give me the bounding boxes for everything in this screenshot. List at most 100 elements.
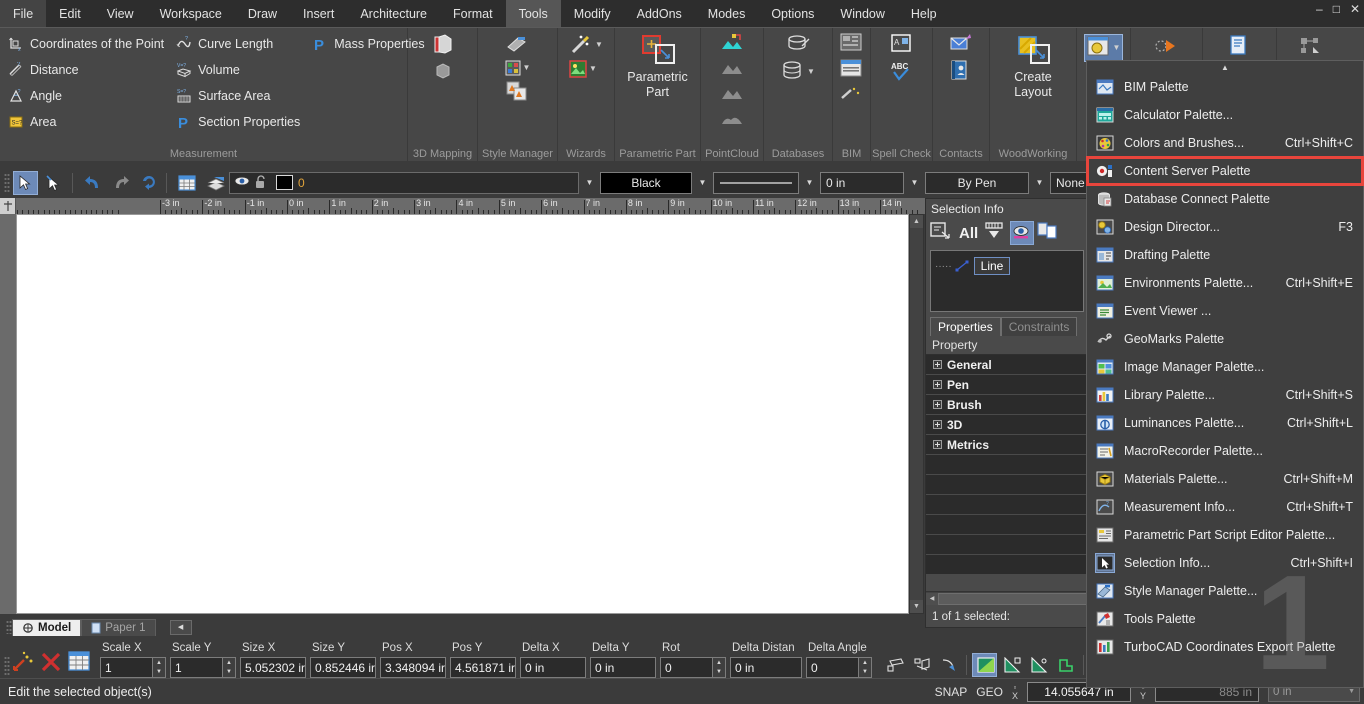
hscroll-thumb[interactable] <box>938 592 1088 605</box>
chevron-down-icon[interactable]: ▼ <box>595 41 603 49</box>
field-input-delta-x[interactable]: 0 in <box>520 657 586 678</box>
spinner-up-arrow[interactable]: ▲ <box>153 658 165 668</box>
palette-menu-item-calculator-palette[interactable]: Calculator Palette... <box>1087 101 1363 129</box>
style-manager-icon[interactable] <box>505 33 529 57</box>
spinner-up-arrow[interactable]: ▲ <box>223 658 235 668</box>
3d-map-book-icon[interactable] <box>431 33 455 57</box>
menu-insert[interactable]: Insert <box>290 0 347 27</box>
close-button[interactable]: ✕ <box>1350 3 1360 15</box>
pen-color-combo[interactable]: Black <box>600 171 692 194</box>
button-angle[interactable]: ? Angle <box>4 83 170 109</box>
tab-prev-arrow[interactable]: ◀ <box>169 619 192 635</box>
palette-menu-item-macrorecorder-palette[interactable]: MacroRecorder Palette... <box>1087 437 1363 465</box>
field-input-rot[interactable]: 0 <box>660 657 713 678</box>
layer-dropdown-arrow[interactable]: ▼ <box>582 172 597 194</box>
ruler-origin-corner[interactable] <box>0 198 16 214</box>
menu-format[interactable]: Format <box>440 0 506 27</box>
redo-button[interactable] <box>107 171 132 195</box>
layer-color-swatch[interactable] <box>276 175 293 190</box>
pick-properties-icon[interactable] <box>930 221 954 245</box>
menu-addons[interactable]: AddOns <box>624 0 695 27</box>
mail-icon[interactable] <box>949 33 973 57</box>
fill-mode-button[interactable] <box>972 653 997 677</box>
button-area[interactable]: S=? Area <box>4 109 170 135</box>
canvas-vertical-scrollbar[interactable]: ▲ ▼ <box>909 214 924 614</box>
tab-properties[interactable]: Properties <box>930 317 1001 336</box>
bim-wizard-icon[interactable] <box>840 85 864 109</box>
menu-help[interactable]: Help <box>898 0 950 27</box>
expand-icon[interactable] <box>933 420 942 429</box>
field-spinner-delta-angle[interactable]: ▲ ▼ <box>859 657 872 678</box>
menu-edit[interactable]: Edit <box>46 0 94 27</box>
unfold-button[interactable] <box>909 653 934 677</box>
wizard-wand-icon[interactable] <box>569 33 593 57</box>
property-row-metrics[interactable]: Metrics <box>926 435 1088 455</box>
chevron-down-icon[interactable]: ▼ <box>1113 44 1121 52</box>
tree-row-line[interactable]: ····· Line <box>935 257 1079 275</box>
tab-paper-1[interactable]: Paper 1 <box>81 618 156 636</box>
menu-architecture[interactable]: Architecture <box>347 0 440 27</box>
hscroll-left-arrow[interactable]: ◀ <box>926 592 938 605</box>
palette-menu-item-colors-and-brushes[interactable]: Colors and Brushes... Ctrl+Shift+C <box>1087 129 1363 157</box>
database-edit-icon[interactable] <box>786 33 810 57</box>
tab-constraints[interactable]: Constraints <box>1000 317 1078 336</box>
palette-menu-item-content-server-palette[interactable]: Content Server Palette <box>1086 156 1364 186</box>
maximize-button[interactable]: □ <box>1333 3 1340 15</box>
chevron-down-icon[interactable]: ▼ <box>807 68 815 76</box>
spinner-down-arrow[interactable]: ▼ <box>713 668 725 678</box>
line-width-combo[interactable]: 0 in <box>820 171 904 194</box>
flatten-button[interactable] <box>882 653 907 677</box>
button-create-layout[interactable]: Create Layout <box>997 31 1069 161</box>
palettes-dropdown-icon[interactable] <box>1087 36 1111 60</box>
property-grid-hscrollbar[interactable]: ◀ <box>926 591 1088 605</box>
bill-of-material-icon[interactable] <box>1228 35 1252 59</box>
spinner-down-arrow[interactable]: ▼ <box>859 668 871 678</box>
3d-printing-icon[interactable] <box>1154 35 1179 59</box>
field-input-pos-x[interactable]: 3.348094 ir <box>380 657 446 678</box>
database-icon[interactable] <box>781 60 805 84</box>
minimize-button[interactable]: – <box>1316 3 1323 15</box>
expand-icon[interactable] <box>933 440 942 449</box>
palette-menu-item-database-connect-palette[interactable]: Database Connect Palette <box>1087 185 1363 213</box>
line-width-dropdown-arrow[interactable]: ▼ <box>907 172 922 194</box>
palette-menu-item-environments-palette[interactable]: Environments Palette... Ctrl+Shift+E <box>1087 269 1363 297</box>
grid-button[interactable] <box>66 648 94 678</box>
property-row-pen[interactable]: Pen <box>926 375 1088 395</box>
select-all-label[interactable]: All <box>957 225 980 242</box>
selection-tree[interactable]: ····· Line <box>930 250 1084 312</box>
select-node-tool[interactable] <box>41 171 66 195</box>
palette-menu-item-geomarks-palette[interactable]: GeoMarks Palette <box>1087 325 1363 353</box>
snap-wizard-button[interactable] <box>10 648 38 678</box>
field-spinner-rot[interactable]: ▲ ▼ <box>713 657 726 678</box>
pointcloud-icon-2[interactable] <box>720 58 744 82</box>
brush-combo[interactable]: By Pen <box>925 171 1029 194</box>
field-input-scale-y[interactable]: 1 <box>170 657 223 678</box>
palette-menu-item-event-viewer[interactable]: Event Viewer ... <box>1087 297 1363 325</box>
button-coordinates-of-the-point[interactable]: x Coordinates of the Point <box>4 31 170 57</box>
layers-table-button[interactable] <box>173 171 198 195</box>
button-volume[interactable]: V=? Volume <box>172 57 306 83</box>
menu-draw[interactable]: Draw <box>235 0 290 27</box>
horizontal-ruler[interactable]: -3 in -2 in -1 in 0 in 1 in 2 in 3 in 4 in 5 in 6… <box>0 198 925 214</box>
style-copy-icon[interactable] <box>505 79 529 103</box>
3d-solid-icon[interactable] <box>431 60 455 84</box>
menu-tools[interactable]: Tools <box>505 0 561 27</box>
spinner-up-arrow[interactable]: ▲ <box>859 658 871 668</box>
layer-selector[interactable]: 0 <box>229 171 579 194</box>
menu-window[interactable]: Window <box>827 0 897 27</box>
chevron-down-icon[interactable]: ▼ <box>589 65 597 73</box>
visibility-icon[interactable] <box>1010 221 1035 245</box>
copy-properties-icon[interactable] <box>1037 221 1061 245</box>
tab-model[interactable]: Model <box>12 618 82 636</box>
palette-menu-item-design-director[interactable]: Design Director... F3 <box>1087 213 1363 241</box>
field-input-delta-distan[interactable]: 0 in <box>730 657 802 678</box>
button-surface-area[interactable]: S=? Surface Area <box>172 83 306 109</box>
field-spinner-scale-y[interactable]: ▲ ▼ <box>223 657 236 678</box>
abc-check-icon[interactable]: ABC <box>890 60 914 84</box>
chevron-down-icon[interactable]: ▼ <box>523 64 531 72</box>
pointcloud-icon-4[interactable] <box>720 108 744 132</box>
select-arrow-tool[interactable] <box>13 170 38 195</box>
contacts-book-icon[interactable] <box>949 60 973 84</box>
fill-outline-button[interactable] <box>1053 653 1078 677</box>
layers-stack-button[interactable] <box>201 171 226 195</box>
